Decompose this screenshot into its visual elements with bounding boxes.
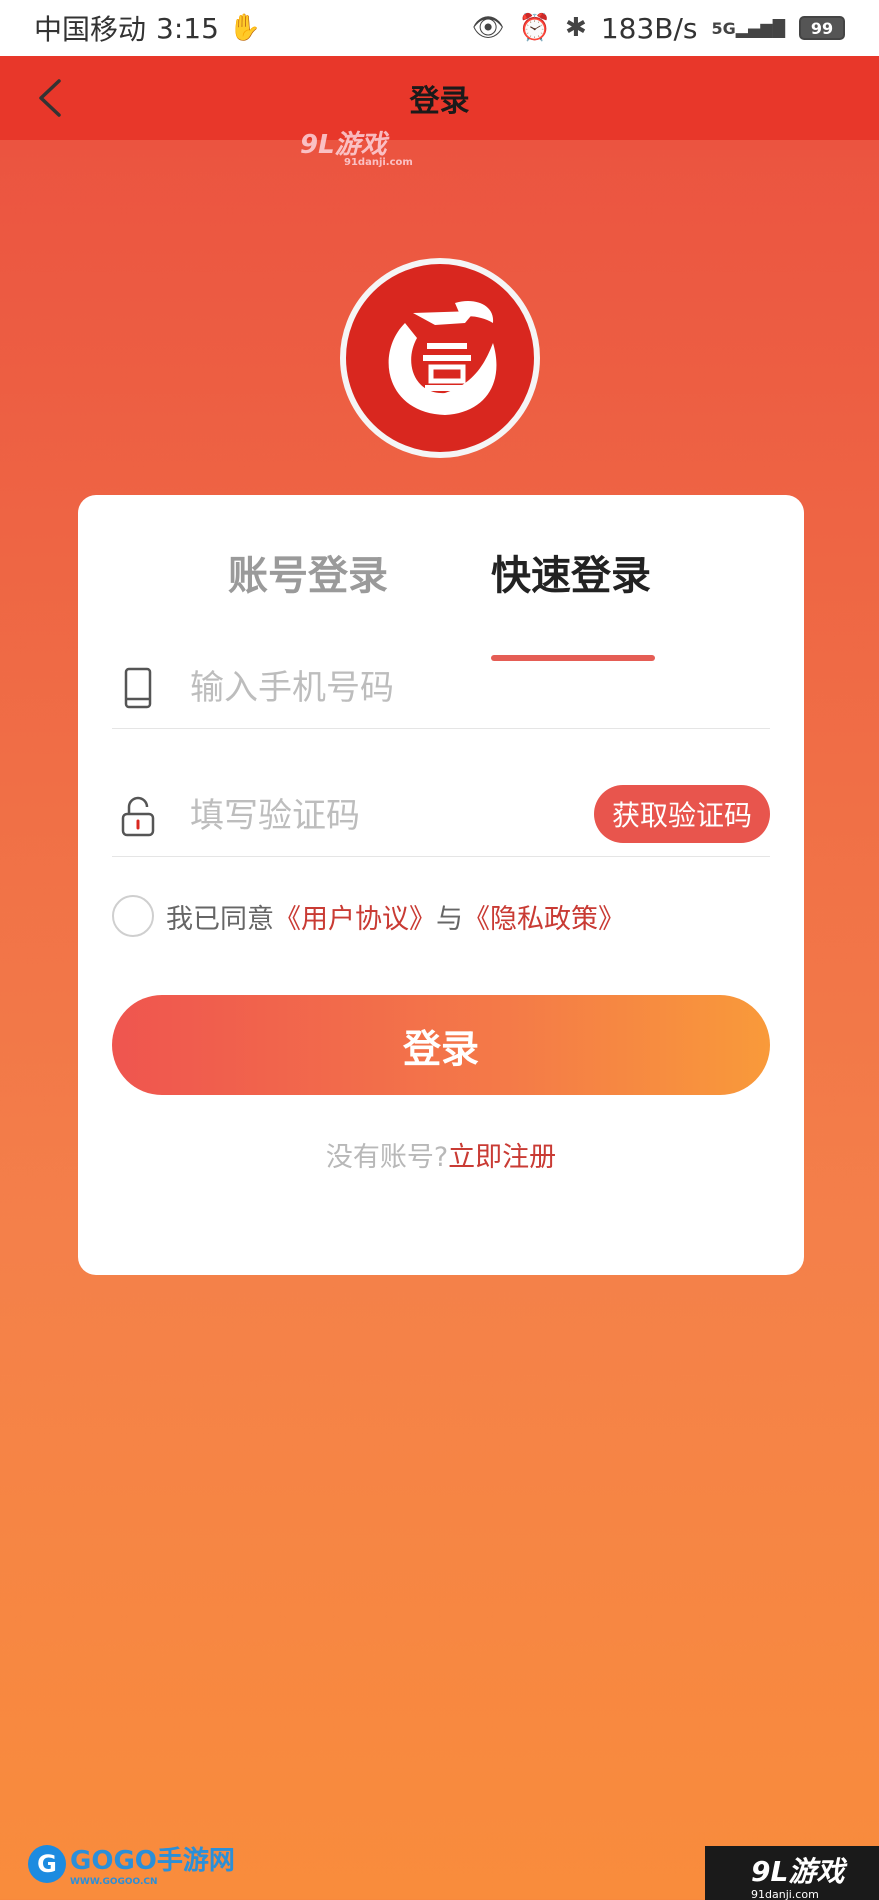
carrier-label: 中国移动: [34, 13, 147, 46]
privacy-policy-link[interactable]: 《隐私政策》: [463, 897, 625, 936]
tab-quick-login[interactable]: 快速登录: [491, 543, 651, 601]
get-code-button[interactable]: 获取验证码: [594, 785, 770, 843]
lock-icon: [121, 796, 155, 836]
watermark-logo: 9L游戏 91danji.com: [300, 124, 413, 168]
alarm-icon: ⏰: [518, 13, 552, 43]
gogo-watermark: G GOGO手游网 WWW.GOGOO.CN: [28, 1840, 235, 1887]
clock: 3:15: [156, 11, 219, 45]
agree-and: 与: [436, 903, 463, 935]
phone-field: [112, 647, 770, 729]
watermark-brand: 9L游戏: [300, 130, 387, 160]
login-card: 账号登录 快速登录 获取验证码 我已同意 《用户协议》 与 《隐私政策》 登录 …: [78, 495, 804, 1275]
agree-checkbox[interactable]: [112, 895, 154, 937]
agree-prefix: 我已同意: [166, 903, 274, 935]
app-logo: [340, 258, 540, 458]
phone-input[interactable]: [190, 667, 570, 708]
dragon-logo-icon: [388, 301, 497, 415]
watermark-url: 91danji.com: [344, 157, 413, 168]
gogo-brand: GOGO手游网: [70, 1846, 235, 1876]
user-agreement-link[interactable]: 《用户协议》: [274, 897, 436, 936]
phone-icon: [124, 667, 152, 708]
agreement-row: 我已同意 《用户协议》 与 《隐私政策》: [112, 895, 625, 937]
back-button[interactable]: [22, 70, 78, 126]
91-brand: 9L游戏: [751, 1855, 845, 1888]
code-input[interactable]: [190, 795, 570, 836]
91-watermark: 9L游戏 91danji.com: [705, 1846, 879, 1900]
register-row: 没有账号?立即注册: [78, 1135, 804, 1174]
battery-icon: 99: [799, 16, 845, 40]
login-button[interactable]: 登录: [112, 995, 770, 1095]
code-field: 获取验证码: [112, 775, 770, 857]
bluetooth-icon: ✱: [565, 13, 587, 43]
hand-icon: ✋: [228, 13, 262, 43]
signal-label: 5G: [711, 18, 736, 38]
tab-account-login[interactable]: 账号登录: [228, 543, 388, 601]
page-title: 登录: [409, 84, 470, 119]
status-right: 👁 ⏰ ✱ 183B/s 5G▂▄▆█ 99: [472, 12, 845, 45]
chevron-left-icon: [39, 79, 61, 117]
register-link[interactable]: 立即注册: [448, 1142, 556, 1173]
gogo-logo-icon: G: [28, 1844, 66, 1883]
eye-icon: 👁: [471, 13, 505, 43]
status-bar: 中国移动 3:15 ✋ 👁 ⏰ ✱ 183B/s 5G▂▄▆█ 99: [0, 0, 879, 56]
nav-bar: 登录: [0, 56, 879, 140]
login-tabs: 账号登录 快速登录: [78, 543, 804, 661]
no-account-text: 没有账号?: [325, 1142, 449, 1173]
gogo-text: GOGO手游网 WWW.GOGOO.CN: [70, 1840, 235, 1887]
network-speed: 183B/s: [600, 11, 698, 45]
battery-level: 99: [810, 18, 834, 38]
gogo-url: WWW.GOGOO.CN: [70, 1877, 158, 1887]
signal-icon: 5G▂▄▆█: [711, 18, 785, 38]
status-left: 中国移动 3:15 ✋: [34, 8, 261, 48]
91-url: 91danji.com: [751, 1888, 819, 1900]
